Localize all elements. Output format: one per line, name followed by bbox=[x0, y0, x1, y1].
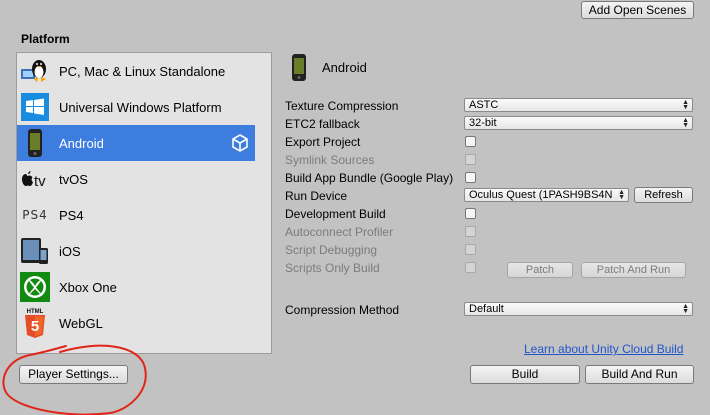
script-debugging-label: Script Debugging bbox=[285, 243, 378, 257]
symlink-sources-checkbox[interactable] bbox=[465, 154, 476, 165]
etc2-fallback-dropdown[interactable]: 32-bit ▲ ▼ bbox=[464, 116, 693, 130]
apple-tv-icon: tv bbox=[17, 161, 53, 197]
add-open-scenes-label: Add Open Scenes bbox=[588, 3, 687, 17]
run-device-value: Oculus Quest (1PASH9BS4N bbox=[469, 189, 613, 201]
xbox-icon bbox=[17, 269, 53, 305]
etc2-fallback-value: 32-bit bbox=[469, 117, 497, 129]
ps4-icon: PS4 bbox=[17, 197, 53, 233]
settings-title: Android bbox=[322, 60, 367, 75]
platform-item-label: PS4 bbox=[59, 207, 84, 223]
patch-label: Patch bbox=[525, 264, 555, 276]
symlink-sources-label: Symlink Sources bbox=[285, 153, 375, 167]
platform-list-scrollbar[interactable] bbox=[271, 53, 272, 353]
compression-method-label: Compression Method bbox=[285, 303, 400, 317]
build-app-bundle-checkbox[interactable] bbox=[465, 172, 476, 183]
platform-heading: Platform bbox=[21, 32, 70, 46]
run-device-dropdown[interactable]: Oculus Quest (1PASH9BS4N ▲ ▼ bbox=[464, 188, 629, 202]
build-label: Build bbox=[511, 367, 539, 381]
platform-item-android[interactable]: Android bbox=[17, 125, 255, 161]
platform-list[interactable]: PC, Mac & Linux Standalone Universal Win… bbox=[16, 52, 272, 354]
dropdown-arrows-icon: ▲ ▼ bbox=[618, 189, 625, 201]
scripts-only-build-label: Scripts Only Build bbox=[285, 261, 380, 275]
compression-method-dropdown[interactable]: Default ▲ ▼ bbox=[464, 302, 693, 316]
build-and-run-label: Build And Run bbox=[601, 367, 678, 381]
ps4-logo-text: PS4 bbox=[22, 208, 48, 222]
platform-item-uwp[interactable]: Universal Windows Platform bbox=[17, 89, 255, 125]
player-settings-button[interactable]: Player Settings... bbox=[19, 365, 128, 384]
refresh-button[interactable]: Refresh bbox=[634, 187, 693, 203]
development-build-checkbox[interactable] bbox=[465, 208, 476, 219]
export-project-checkbox[interactable] bbox=[465, 136, 476, 147]
platform-item-webgl[interactable]: HTML 5 WebGL bbox=[17, 305, 255, 341]
platform-item-tvos[interactable]: tv tvOS bbox=[17, 161, 255, 197]
platform-item-ios[interactable]: iOS bbox=[17, 233, 255, 269]
build-and-run-button[interactable]: Build And Run bbox=[585, 365, 694, 384]
unity-logo-icon bbox=[231, 134, 249, 155]
pc-mac-linux-icon bbox=[17, 53, 53, 89]
platform-item-label: iOS bbox=[59, 243, 81, 259]
patch-button[interactable]: Patch bbox=[507, 262, 573, 278]
tv-logo-text: tv bbox=[34, 173, 46, 189]
autoconnect-profiler-checkbox[interactable] bbox=[465, 226, 476, 237]
run-device-label: Run Device bbox=[285, 189, 348, 203]
ios-devices-icon bbox=[17, 233, 53, 269]
platform-item-standalone[interactable]: PC, Mac & Linux Standalone bbox=[17, 53, 255, 89]
development-build-label: Development Build bbox=[285, 207, 386, 221]
platform-item-ps4[interactable]: PS4 PS4 bbox=[17, 197, 255, 233]
script-debugging-checkbox[interactable] bbox=[465, 244, 476, 255]
texture-compression-dropdown[interactable]: ASTC ▲ ▼ bbox=[464, 98, 693, 112]
player-settings-label: Player Settings... bbox=[28, 367, 119, 381]
scripts-only-build-checkbox[interactable] bbox=[465, 262, 476, 273]
platform-item-label: PC, Mac & Linux Standalone bbox=[59, 63, 226, 79]
texture-compression-label: Texture Compression bbox=[285, 99, 399, 113]
dropdown-arrows-icon: ▲ ▼ bbox=[682, 117, 689, 129]
texture-compression-value: ASTC bbox=[469, 99, 499, 111]
dropdown-arrows-icon: ▲ ▼ bbox=[682, 99, 689, 111]
dropdown-arrows-icon: ▲ ▼ bbox=[682, 303, 689, 315]
html5-icon: HTML 5 bbox=[17, 305, 53, 341]
android-phone-icon bbox=[17, 125, 53, 161]
platform-item-label: Universal Windows Platform bbox=[59, 99, 222, 115]
build-app-bundle-label: Build App Bundle (Google Play) bbox=[285, 171, 454, 185]
platform-item-label: Xbox One bbox=[59, 279, 117, 295]
platform-partial-icon bbox=[17, 341, 53, 353]
windows-icon bbox=[17, 89, 53, 125]
refresh-label: Refresh bbox=[644, 189, 683, 201]
html-logo-text: HTML bbox=[27, 309, 44, 315]
patch-and-run-button[interactable]: Patch And Run bbox=[581, 262, 686, 278]
etc2-fallback-label: ETC2 fallback bbox=[285, 117, 360, 131]
patch-and-run-label: Patch And Run bbox=[596, 264, 671, 276]
autoconnect-profiler-label: Autoconnect Profiler bbox=[285, 225, 394, 239]
platform-item-label: tvOS bbox=[59, 171, 88, 187]
platform-item-partial bbox=[17, 341, 255, 353]
build-button[interactable]: Build bbox=[470, 365, 580, 384]
platform-item-xbox-one[interactable]: Xbox One bbox=[17, 269, 255, 305]
android-settings-icon bbox=[290, 54, 308, 85]
unity-cloud-build-link[interactable]: Learn about Unity Cloud Build bbox=[524, 342, 683, 356]
platform-item-label: Android bbox=[59, 135, 104, 151]
compression-method-value: Default bbox=[469, 303, 504, 315]
html-logo-number: 5 bbox=[31, 318, 39, 335]
export-project-label: Export Project bbox=[285, 135, 361, 149]
add-open-scenes-button[interactable]: Add Open Scenes bbox=[581, 1, 694, 19]
platform-item-label: WebGL bbox=[59, 315, 103, 331]
